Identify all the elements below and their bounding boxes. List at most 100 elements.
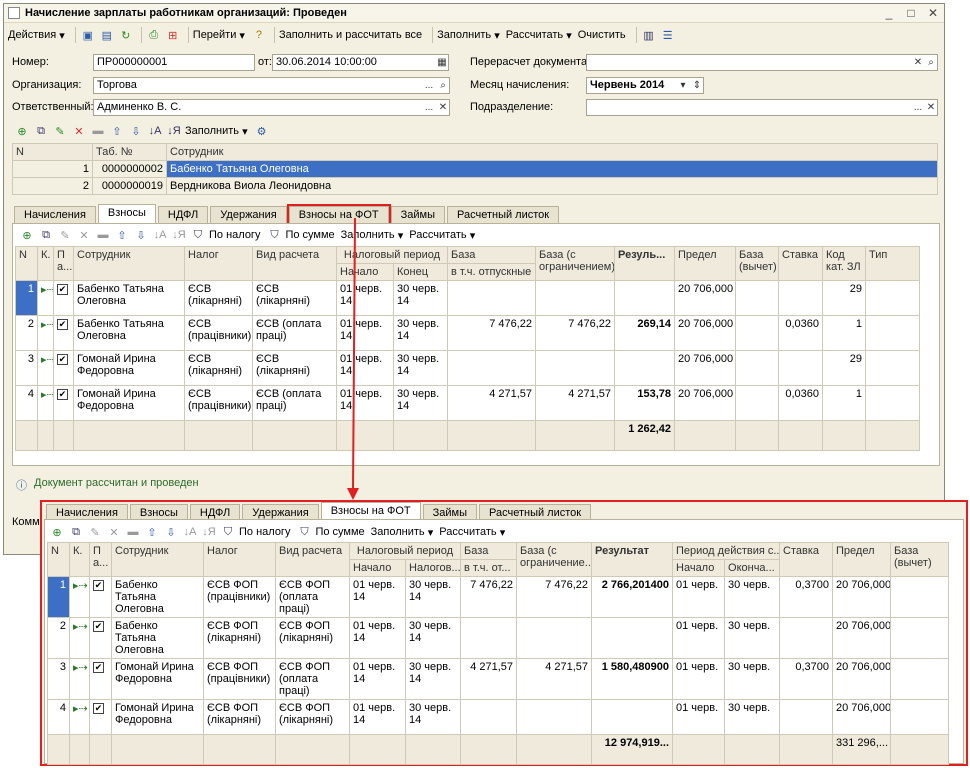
row-kind: ЄСВ ФОП (лікарняні) [275,617,350,659]
grid-calc-menu[interactable]: Рассчитать ▾ [439,526,505,539]
total-cell [779,734,834,765]
move-down-icon[interactable]: ⇩ [163,524,179,540]
col-n: N [47,542,70,577]
grid-toolbar: ⊕ ⧉ ✎ ✕ ▬ ⇧ ⇩ ↓A ↓Я ⛉ По налогу ⛉ По сумме… [49,521,511,543]
total-cell [672,734,726,765]
row-start: 01 черв. 14 [349,576,406,618]
row-base-limited: 7 476,22 [516,576,593,618]
move-up-icon[interactable]: ⇧ [144,524,160,540]
row-result: 1 580,480900 [591,658,674,700]
row-kind-icon: ▸⇢ [69,699,90,735]
col-rate: Ставка [779,542,834,577]
by-tax-button[interactable]: ⛉ По налогу [220,524,291,540]
row-valid-end: 30 черв. [724,699,781,735]
row-valid-start: 01 черв. [672,699,726,735]
row-rate [779,617,834,659]
col-base: База [460,542,518,560]
delete-icon[interactable]: ✕ [106,524,122,540]
sort-asc-icon[interactable]: ↓A [182,524,198,540]
checkbox-icon[interactable]: ✔ [93,662,104,673]
col-valid-start: Начало [672,559,726,577]
row-start: 01 черв. 14 [349,617,406,659]
row-base [460,699,518,735]
movement-icon: ▸⇢ [73,580,88,592]
checkbox-icon[interactable]: ✔ [93,703,104,714]
row-rate: 0,3700 [779,658,834,700]
row-kind: ЄСВ ФОП (оплата праці) [275,576,350,618]
row-end: 30 черв. 14 [404,576,462,618]
row-kind-icon: ▸⇢ [69,658,90,700]
col-employee: Сотрудник [111,542,204,577]
row-limit: 20 706,000 [832,576,892,618]
row-end: 30 черв. 14 [404,617,462,659]
col-p: П а... [89,542,112,577]
row-check[interactable]: ✔ [89,699,112,735]
col-end: Налогов... [404,559,462,577]
row-valid-start: 01 черв. [672,576,726,618]
row-start: 01 черв. 14 [349,658,406,700]
total-cell [460,734,518,765]
row-start: 01 черв. 14 [349,699,406,735]
col-base-limited: База (с ограничение... [516,542,593,577]
table-row[interactable]: 1 ▸⇢ ✔ Бабенко Татьяна Олеговна ЄСВ ФОП (пра… [47,576,949,618]
table-row[interactable]: 2 ▸⇢ ✔ Бабенко Татьяна Олеговна ЄСВ ФОП (лік… [47,617,949,659]
row-limit: 20 706,000 [832,658,892,700]
row-check[interactable]: ✔ [89,576,112,618]
col-tax: Налог [203,542,276,577]
total-cell [47,734,70,765]
row-employee: Гомонай Ирина Федоровна [111,658,204,700]
col-base-deduction: База (вычет) [890,542,949,577]
total-result: 12 974,919... [591,734,674,765]
checkbox-icon[interactable]: ✔ [93,621,104,632]
sort-desc-icon[interactable]: ↓Я [201,524,217,540]
fot-grid: N К. П а... Сотрудник Налог Вид расчета … [47,542,949,765]
total-cell [890,734,949,765]
row-result [591,699,674,735]
row-base-deduction [890,658,949,700]
row-tax: ЄСВ ФОП (працівники) [203,576,276,618]
zoomed-callout: Начисления Взносы НДФЛ Удержания Взносы … [40,500,968,766]
col-valid-end: Оконча... [724,559,781,577]
filter-icon: ⛉ [300,525,309,538]
row-limit: 20 706,000 [832,617,892,659]
filter-icon: ⛉ [223,525,233,538]
total-cell [275,734,350,765]
total-cell [404,734,462,765]
total-cell [89,734,112,765]
checkbox-icon[interactable]: ✔ [93,580,104,591]
movement-icon: ▸⇢ [73,703,88,715]
by-sum-button[interactable]: ⛉ По сумме [296,524,364,540]
total-limit: 331 296,... [832,734,892,765]
total-cell [516,734,593,765]
add-icon[interactable]: ⊕ [49,524,65,540]
table-row[interactable]: 4 ▸⇢ ✔ Гомонай Ирина Федоровна ЄСВ ФОП (ліка… [47,699,949,735]
col-base-vacation: в т.ч. от... [460,559,518,577]
row-check[interactable]: ✔ [89,658,112,700]
row-check[interactable]: ✔ [89,617,112,659]
col-start: Начало [349,559,406,577]
col-valid-period: Период действия с... [672,542,781,560]
row-n: 3 [47,658,70,700]
row-base [460,617,518,659]
table-row[interactable]: 3 ▸⇢ ✔ Гомонай Ирина Федоровна ЄСВ ФОП (прац… [47,658,949,700]
row-base-deduction [890,699,949,735]
row-valid-end: 30 черв. [724,576,781,618]
col-limit: Предел [832,542,892,577]
copy-icon[interactable]: ⧉ [68,524,84,540]
col-k: К. [69,542,90,577]
edit-icon[interactable]: ✎ [87,524,103,540]
total-cell [349,734,406,765]
row-employee: Бабенко Татьяна Олеговна [111,617,204,659]
row-base-deduction [890,617,949,659]
row-employee: Гомонай Ирина Федоровна [111,699,204,735]
col-result: Результат [591,542,674,577]
row-result: 2 766,201400 [591,576,674,618]
col-kind: Вид расчета [275,542,350,577]
grid-fill-menu[interactable]: Заполнить ▾ [371,526,434,539]
row-base-limited [516,699,593,735]
row-base-deduction [890,576,949,618]
row-end: 30 черв. 14 [404,658,462,700]
row-tax: ЄСВ ФОП (працівники) [203,658,276,700]
end-edit-icon[interactable]: ▬ [125,524,141,540]
movement-icon: ▸⇢ [73,662,88,674]
